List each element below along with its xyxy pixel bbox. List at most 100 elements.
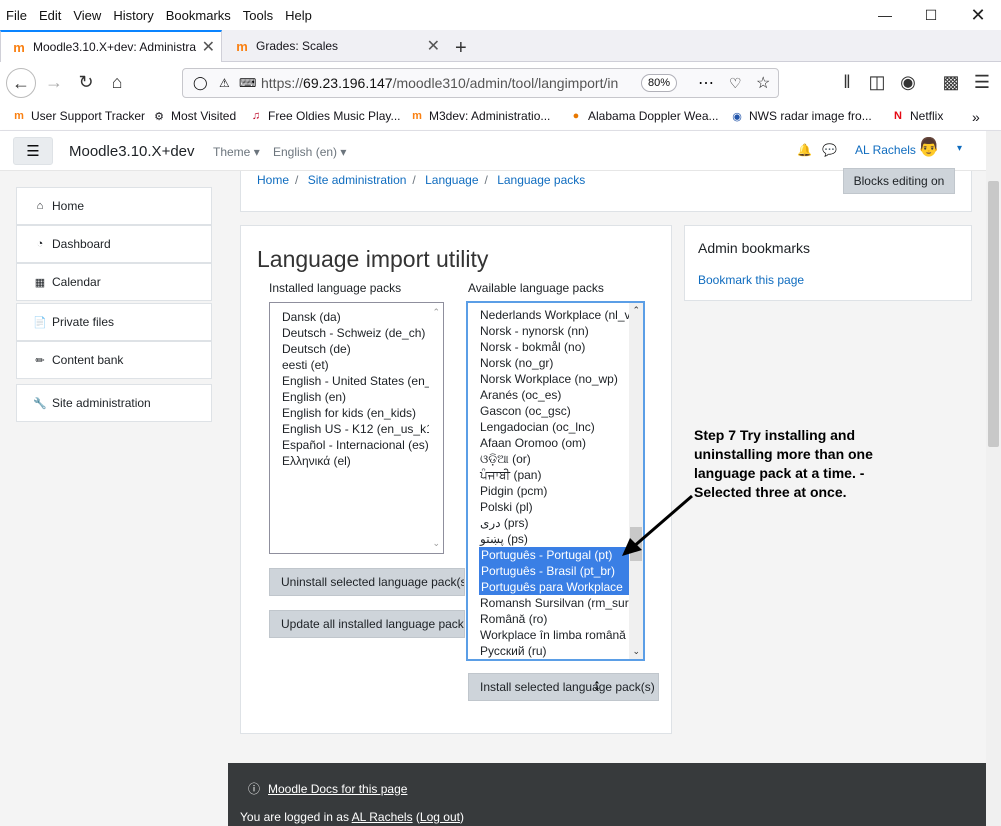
- account-icon[interactable]: ◉: [894, 68, 922, 96]
- extensions-icon[interactable]: ▩: [937, 68, 965, 96]
- installed-packs-select[interactable]: Dansk (da) Deutsch - Schweiz (de_ch) Deuts…: [269, 302, 444, 554]
- list-item[interactable]: Norsk - nynorsk (nn): [468, 323, 643, 339]
- menu-view[interactable]: View: [67, 8, 107, 23]
- zoom-indicator[interactable]: 80%: [641, 74, 678, 92]
- user-menu-name[interactable]: AL Rachels: [855, 143, 916, 157]
- uninstall-button[interactable]: Uninstall selected language pack(s): [269, 568, 465, 596]
- permissions-icon[interactable]: ⌨: [239, 76, 256, 90]
- home-icon[interactable]: ⌂: [103, 68, 131, 96]
- maximize-icon[interactable]: ☐: [908, 0, 954, 30]
- url-bar[interactable]: ◯ ⚠ ⌨ https://69.23.196.147/moodle310/ad…: [182, 68, 779, 98]
- list-item[interactable]: Русский (ru): [468, 643, 643, 659]
- bookmark-m3dev[interactable]: m M3dev: Administratio...: [410, 109, 550, 123]
- close-tab-icon[interactable]: ✕: [202, 37, 215, 57]
- list-item[interactable]: English (en): [270, 389, 443, 405]
- list-item[interactable]: Workplace în limba română: [468, 627, 643, 643]
- site-name[interactable]: Moodle3.10.X+dev: [69, 143, 195, 160]
- library-icon[interactable]: ‖: [833, 68, 861, 96]
- list-item[interactable]: Norsk - bokmål (no): [468, 339, 643, 355]
- list-item[interactable]: Deutsch (de): [270, 341, 443, 357]
- notification-bell-icon[interactable]: 🔔: [797, 143, 812, 157]
- sidebar-item-home[interactable]: ⌂ Home: [16, 187, 212, 225]
- scroll-up-icon[interactable]: ⌃: [432, 307, 440, 318]
- lock-warning-icon[interactable]: ⚠: [219, 76, 230, 90]
- breadcrumb-language-packs[interactable]: Language packs: [497, 173, 585, 187]
- list-item[interactable]: Español - Internacional (es): [270, 437, 443, 453]
- sidebar-item-dashboard[interactable]: ◔ Dashboard: [16, 225, 212, 263]
- list-item[interactable]: eesti (et): [270, 357, 443, 373]
- scroll-up-icon[interactable]: ⌃: [632, 305, 640, 316]
- available-packs-select[interactable]: Nederlands Workplace (nl_v Norsk - nynors…: [466, 301, 645, 661]
- list-item[interactable]: Gascon (oc_gsc): [468, 403, 643, 419]
- scroll-down-icon[interactable]: ⌄: [632, 646, 640, 657]
- minimize-icon[interactable]: —: [862, 0, 908, 30]
- list-item[interactable]: Norsk Workplace (no_wp): [468, 371, 643, 387]
- list-item[interactable]: Romansh Sursilvan (rm_sur: [468, 595, 643, 611]
- back-icon[interactable]: ←: [6, 68, 36, 98]
- page-actions-icon[interactable]: ⋯: [698, 73, 714, 93]
- menu-file[interactable]: File: [0, 8, 33, 23]
- list-item[interactable]: Norsk (no_gr): [468, 355, 643, 371]
- bookmark-alabama-doppler[interactable]: ● Alabama Doppler Wea...: [569, 109, 719, 123]
- avatar[interactable]: 👨: [916, 137, 942, 163]
- bookmark-free-oldies[interactable]: ♫ Free Oldies Music Play...: [249, 109, 401, 123]
- blocks-editing-button[interactable]: Blocks editing on: [843, 168, 955, 194]
- sidebar-item-site-administration[interactable]: 🔧 Site administration: [16, 384, 212, 422]
- page-scrollbar-thumb[interactable]: [988, 181, 999, 447]
- moodle-docs-link[interactable]: Moodle Docs for this page: [268, 782, 407, 796]
- list-item[interactable]: Afaan Oromoo (om): [468, 435, 643, 451]
- new-tab-icon[interactable]: +: [455, 37, 467, 60]
- shield-icon[interactable]: ◯: [193, 75, 208, 91]
- chevron-down-icon[interactable]: ▾: [957, 143, 962, 154]
- list-item[interactable]: ਪੰਜਾਬੀ (pan): [468, 467, 643, 483]
- menu-tools[interactable]: Tools: [237, 8, 279, 23]
- list-item[interactable]: ଓଡ଼ିଆ (or): [468, 451, 643, 467]
- available-list-scrollbar[interactable]: [629, 303, 643, 659]
- logout-link[interactable]: Log out: [420, 810, 460, 824]
- menu-help[interactable]: Help: [279, 8, 318, 23]
- list-item[interactable]: English for kids (en_kids): [270, 405, 443, 421]
- list-item[interactable]: English - United States (en_: [270, 373, 443, 389]
- menu-history[interactable]: History: [107, 8, 159, 23]
- bookmark-this-page-link[interactable]: Bookmark this page: [698, 273, 804, 287]
- logged-in-user-link[interactable]: AL Rachels: [352, 810, 413, 824]
- install-button[interactable]: Install selected language pack(s): [468, 673, 659, 701]
- sidebar-item-calendar[interactable]: ▦ Calendar: [16, 263, 212, 301]
- sidebar-item-content-bank[interactable]: ✏ Content bank: [16, 341, 212, 379]
- list-item[interactable]: Deutsch - Schweiz (de_ch): [270, 325, 443, 341]
- update-all-button[interactable]: Update all installed language packs: [269, 610, 465, 638]
- list-item[interactable]: English US - K12 (en_us_k12: [270, 421, 443, 437]
- list-item[interactable]: Română (ro): [468, 611, 643, 627]
- close-tab-icon[interactable]: ✕: [427, 36, 440, 56]
- scroll-down-icon[interactable]: ⌄: [432, 538, 440, 549]
- tab-grades-scales[interactable]: m Grades: Scales ✕: [224, 30, 446, 62]
- list-item[interactable]: Ελληνικά (el): [270, 453, 443, 469]
- breadcrumb-site-administration[interactable]: Site administration: [308, 173, 407, 187]
- list-item[interactable]: Dansk (da): [270, 309, 443, 325]
- bookmark-star-icon[interactable]: ☆: [756, 73, 770, 93]
- list-item[interactable]: Português - Portugal (pt): [479, 547, 629, 563]
- more-bookmarks-icon[interactable]: »: [972, 109, 980, 125]
- menu-bookmarks[interactable]: Bookmarks: [160, 8, 237, 23]
- list-item[interactable]: Aranés (oc_es): [468, 387, 643, 403]
- tab-moodle-admin[interactable]: m Moodle3.10.X+dev: Administra ✕: [0, 30, 222, 62]
- sidebar-item-private-files[interactable]: 📄 Private files: [16, 303, 212, 341]
- hamburger-menu-icon[interactable]: ☰: [968, 68, 996, 96]
- bookmark-nws-radar[interactable]: ◉ NWS radar image fro...: [730, 109, 872, 123]
- list-item[interactable]: Português para Workplace: [479, 579, 629, 595]
- list-item[interactable]: Lengadocian (oc_lnc): [468, 419, 643, 435]
- pocket-icon[interactable]: ♡: [729, 75, 742, 92]
- drawer-toggle-icon[interactable]: ☰: [13, 137, 53, 165]
- reload-icon[interactable]: ↻: [72, 68, 100, 96]
- sidebar-toggle-icon[interactable]: ◫: [863, 68, 891, 96]
- close-window-icon[interactable]: ✕: [955, 0, 1001, 30]
- list-item[interactable]: Nederlands Workplace (nl_v: [468, 307, 643, 323]
- forward-icon[interactable]: →: [40, 68, 68, 96]
- language-dropdown[interactable]: English (en) ▾: [273, 145, 346, 159]
- installed-list-scrollbar[interactable]: [429, 303, 443, 553]
- messages-icon[interactable]: 💬: [822, 143, 837, 157]
- breadcrumb-home[interactable]: Home: [257, 173, 289, 187]
- bookmark-most-visited[interactable]: ⚙ Most Visited: [152, 109, 236, 123]
- menu-edit[interactable]: Edit: [33, 8, 67, 23]
- list-item[interactable]: Português - Brasil (pt_br): [479, 563, 629, 579]
